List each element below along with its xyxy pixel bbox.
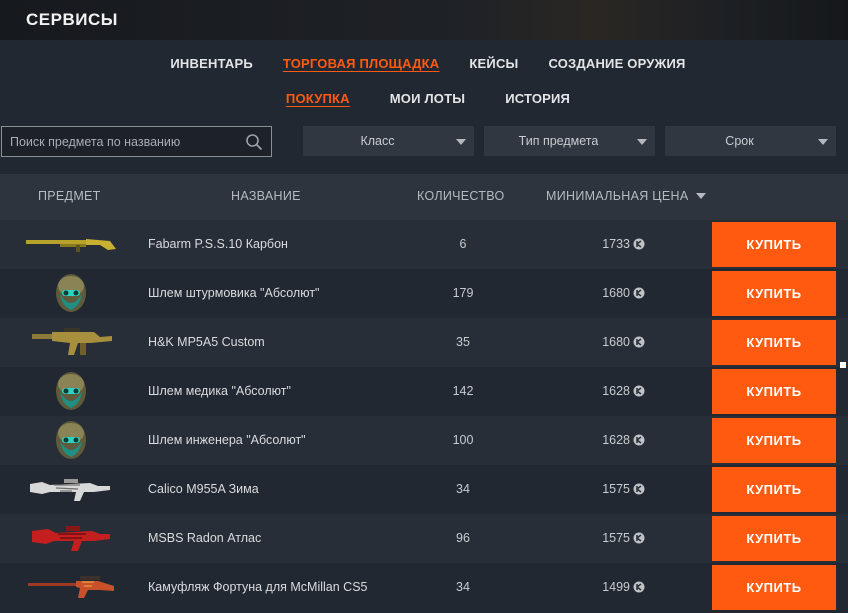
crown-coin-icon (633, 385, 645, 397)
tab-cases[interactable]: КЕЙСЫ (469, 56, 518, 71)
item-price: 1575 (602, 531, 630, 545)
item-price: 1628 (602, 433, 630, 447)
smg-gold-icon (32, 328, 112, 355)
buy-button[interactable]: КУПИТЬ (712, 369, 836, 414)
crown-coin-icon (633, 483, 645, 495)
item-quantity: 100 (452, 433, 474, 447)
table-row: Calico M955A Зима 34 1575 КУПИТЬ (0, 465, 848, 514)
item-name: Камуфляж Фортуна для McMillan CS5 (148, 580, 368, 595)
tab-marketplace[interactable]: ТОРГОВАЯ ПЛОЩАДКА (283, 56, 439, 71)
helmet-icon (20, 370, 120, 413)
buy-button[interactable]: КУПИТЬ (712, 320, 836, 365)
column-header-min-price[interactable]: МИНИМАЛЬНАЯ ЦЕНА (546, 189, 688, 203)
chevron-down-icon (456, 139, 466, 145)
item-name: Шлем инженера "Абсолют" (148, 433, 306, 448)
crown-coin-icon (633, 532, 645, 544)
crown-coin-icon (633, 336, 645, 348)
tab-weapon-crafting[interactable]: СОЗДАНИЕ ОРУЖИЯ (548, 56, 685, 71)
chevron-down-icon (818, 139, 828, 145)
item-price: 1628 (602, 384, 630, 398)
main-content: ИНВЕНТАРЬ ТОРГОВАЯ ПЛОЩАДКА КЕЙСЫ СОЗДАН… (0, 40, 848, 613)
item-quantity: 35 (456, 335, 470, 349)
buy-button[interactable]: КУПИТЬ (712, 565, 836, 610)
item-name: H&K MP5A5 Custom (148, 335, 265, 350)
item-price: 1733 (602, 237, 630, 251)
search-box (1, 126, 272, 157)
helmet-icon (20, 419, 120, 462)
item-quantity: 34 (456, 580, 470, 594)
item-quantity: 96 (456, 531, 470, 545)
item-quantity: 179 (452, 286, 474, 300)
buy-button[interactable]: КУПИТЬ (712, 418, 836, 463)
item-type-dropdown-label: Тип предмета (518, 134, 599, 148)
page-title: СЕРВИСЫ (26, 10, 118, 29)
term-dropdown-label: Срок (725, 134, 754, 148)
buy-button[interactable]: КУПИТЬ (712, 516, 836, 561)
item-quantity: 6 (459, 237, 467, 251)
item-name: Calico M955A Зима (148, 482, 259, 497)
item-price: 1575 (602, 482, 630, 496)
item-name: Шлем штурмовика "Абсолют" (148, 286, 320, 301)
column-header-name: НАЗВАНИЕ (231, 189, 301, 203)
scrollbar-thumb[interactable] (840, 362, 846, 368)
item-quantity: 142 (452, 384, 474, 398)
search-icon[interactable] (245, 133, 263, 151)
item-type-dropdown[interactable]: Тип предмета (484, 126, 655, 156)
item-name: MSBS Radon Атлас (148, 531, 262, 546)
table-header: ПРЕДМЕТ НАЗВАНИЕ КОЛИЧЕСТВО МИНИМАЛЬНАЯ … (0, 174, 848, 220)
class-dropdown-label: Класс (360, 134, 395, 148)
main-nav: ИНВЕНТАРЬ ТОРГОВАЯ ПЛОЩАДКА КЕЙСЫ СОЗДАН… (0, 56, 848, 71)
search-input[interactable] (10, 127, 235, 156)
sub-nav: ПОКУПКА МОИ ЛОТЫ ИСТОРИЯ (0, 91, 848, 106)
term-dropdown[interactable]: Срок (665, 126, 836, 156)
market-table: ПРЕДМЕТ НАЗВАНИЕ КОЛИЧЕСТВО МИНИМАЛЬНАЯ … (0, 174, 848, 612)
table-row: Шлем медика "Абсолют" 142 1628 КУПИТЬ (0, 367, 848, 416)
column-header-quantity: КОЛИЧЕСТВО (417, 189, 505, 203)
table-row: Камуфляж Фортуна для McMillan CS5 34 149… (0, 563, 848, 612)
helmet-icon (20, 272, 120, 315)
table-row: MSBS Radon Атлас 96 1575 КУПИТЬ (0, 514, 848, 563)
column-header-item: ПРЕДМЕТ (38, 189, 101, 203)
item-price: 1680 (602, 335, 630, 349)
buy-button[interactable]: КУПИТЬ (712, 222, 836, 267)
rifle-white-icon (30, 479, 110, 501)
class-dropdown[interactable]: Класс (303, 126, 474, 156)
item-price: 1680 (602, 286, 630, 300)
subtab-my-lots[interactable]: МОИ ЛОТЫ (390, 91, 465, 106)
crown-coin-icon (633, 581, 645, 593)
subtab-history[interactable]: ИСТОРИЯ (505, 91, 570, 106)
shotgun-gold-icon (26, 239, 116, 252)
item-quantity: 34 (456, 482, 470, 496)
item-name: Fabarm P.S.S.10 Карбон (148, 237, 288, 252)
item-name: Шлем медика "Абсолют" (148, 384, 291, 399)
crown-coin-icon (633, 434, 645, 446)
sniper-red-icon (28, 576, 114, 598)
crown-coin-icon (633, 238, 645, 250)
sort-desc-icon[interactable] (696, 193, 706, 199)
item-price: 1499 (602, 580, 630, 594)
rifle-red-icon (32, 526, 110, 551)
subtab-purchase[interactable]: ПОКУПКА (286, 91, 350, 106)
table-row: Шлем штурмовика "Абсолют" 179 1680 КУПИТ… (0, 269, 848, 318)
table-row: H&K MP5A5 Custom 35 1680 КУПИТЬ (0, 318, 848, 367)
table-row: Шлем инженера "Абсолют" 100 1628 КУПИТЬ (0, 416, 848, 465)
buy-button[interactable]: КУПИТЬ (712, 467, 836, 512)
chevron-down-icon (637, 139, 647, 145)
header-bar: СЕРВИСЫ (0, 0, 848, 40)
tab-inventory[interactable]: ИНВЕНТАРЬ (170, 56, 253, 71)
crown-coin-icon (633, 287, 645, 299)
table-row: Fabarm P.S.S.10 Карбон 6 1733 КУПИТЬ (0, 220, 848, 269)
buy-button[interactable]: КУПИТЬ (712, 271, 836, 316)
